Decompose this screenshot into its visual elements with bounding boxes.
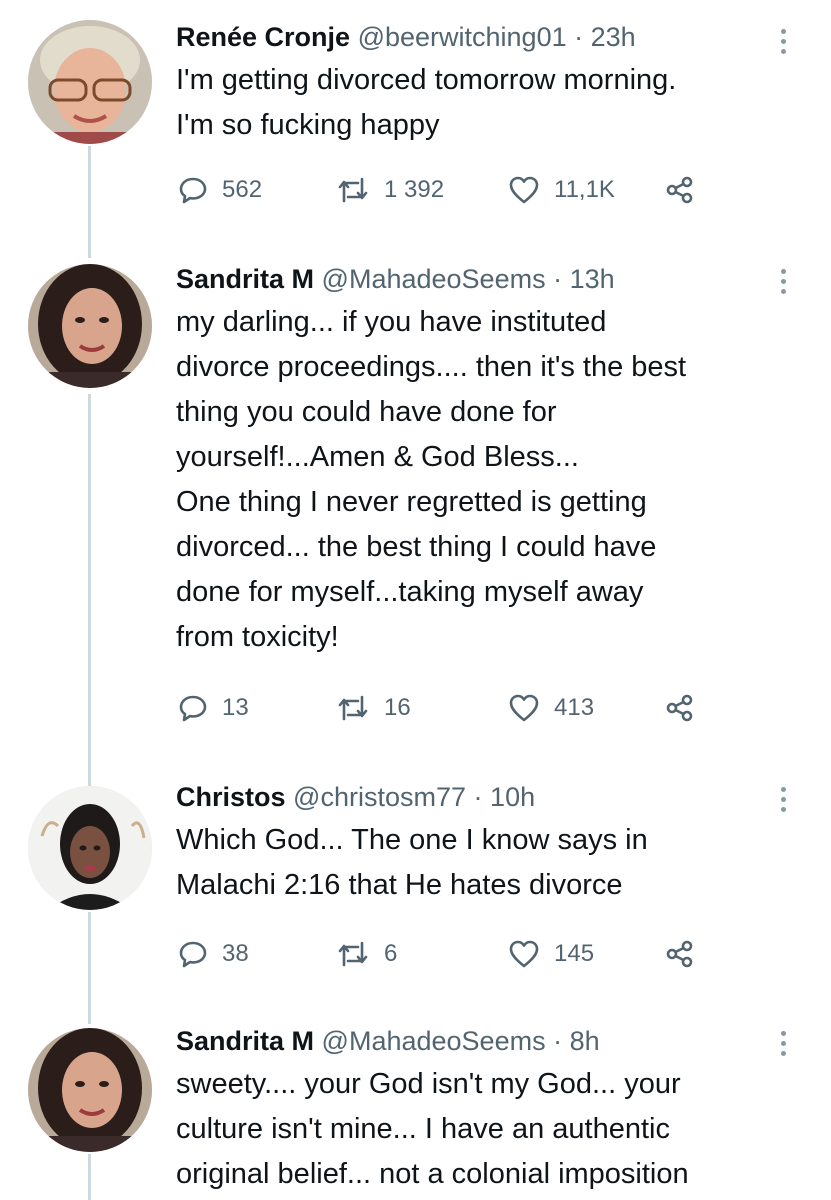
reply-count: 13 xyxy=(222,694,249,721)
like-count: 413 xyxy=(554,694,595,721)
reply-icon xyxy=(179,177,207,204)
share-button[interactable] xyxy=(664,172,708,208)
timestamp[interactable]: 8h xyxy=(570,1026,600,1056)
thread-line xyxy=(88,146,91,258)
author-name[interactable]: Renée Cronje xyxy=(176,22,350,52)
share-button[interactable] xyxy=(664,690,708,726)
like-button[interactable]: 145 xyxy=(508,936,594,972)
retweet-icon xyxy=(338,177,368,203)
tweet-text: Which God... The one I know says in Mala… xyxy=(176,824,648,901)
avatar[interactable] xyxy=(28,20,152,144)
reply-icon xyxy=(179,941,207,968)
more-icon[interactable] xyxy=(775,264,791,298)
reply-count: 562 xyxy=(222,176,263,203)
tweet-text: I'm getting divorced tomorrow morning. I… xyxy=(176,64,677,141)
like-count: 145 xyxy=(554,940,595,967)
timestamp[interactable]: 23h xyxy=(591,22,636,52)
retweet-icon xyxy=(338,695,368,721)
avatar[interactable] xyxy=(28,264,152,388)
reply-button[interactable]: 562 xyxy=(178,172,262,208)
author-handle[interactable]: @beerwitching01 xyxy=(358,22,567,52)
timestamp[interactable]: 10h xyxy=(490,782,535,812)
like-button[interactable]: 413 xyxy=(508,690,594,726)
retweet-button[interactable]: 6 xyxy=(336,936,397,972)
retweet-button[interactable]: 16 xyxy=(336,690,411,726)
separator-dot: · xyxy=(553,1026,563,1056)
tweet-text: sweety.... your God isn't my God... your… xyxy=(176,1068,689,1190)
tweet-header: Sandrita M @MahadeoSeems · 8h xyxy=(176,1024,791,1058)
retweet-count: 6 xyxy=(384,940,398,967)
share-icon xyxy=(666,176,693,204)
like-count: 11,1K xyxy=(554,176,615,203)
more-icon[interactable] xyxy=(775,24,791,58)
tweet-header: Christos @christosm77 · 10h xyxy=(176,780,791,814)
tweet-header: Sandrita M @MahadeoSeems · 13h xyxy=(176,262,791,296)
reply-count: 38 xyxy=(222,940,249,967)
tweet-text: my darling... if you have instituted div… xyxy=(176,306,687,653)
author-handle[interactable]: @MahadeoSeems xyxy=(322,1026,546,1056)
retweet-button[interactable]: 1 392 xyxy=(336,172,444,208)
retweet-count: 16 xyxy=(384,694,411,721)
separator-dot: · xyxy=(473,782,483,812)
share-icon xyxy=(666,694,693,722)
tweet-actions: 562 1 392 11,1K xyxy=(178,172,738,208)
author-name[interactable]: Sandrita M xyxy=(176,1026,314,1056)
share-button[interactable] xyxy=(664,936,708,972)
author-handle[interactable]: @MahadeoSeems xyxy=(322,264,546,294)
retweet-count: 1 392 xyxy=(384,176,445,203)
thread-line xyxy=(88,394,91,786)
retweet-icon xyxy=(338,941,368,967)
more-icon[interactable] xyxy=(775,782,791,816)
separator-dot: · xyxy=(574,22,584,52)
thread-line xyxy=(88,912,91,1024)
author-name[interactable]: Christos xyxy=(176,782,286,812)
author-name[interactable]: Sandrita M xyxy=(176,264,314,294)
tweet-actions: 38 6 145 xyxy=(178,936,738,972)
reply-icon xyxy=(179,695,207,722)
heart-icon xyxy=(509,176,539,204)
tweet-header: Renée Cronje @beerwitching01 · 23h xyxy=(176,20,791,54)
avatar[interactable] xyxy=(28,786,152,910)
heart-icon xyxy=(509,940,539,968)
separator-dot: · xyxy=(553,264,563,294)
tweet-actions: 13 16 413 xyxy=(178,690,738,726)
heart-icon xyxy=(509,694,539,722)
reply-button[interactable]: 38 xyxy=(178,936,249,972)
more-icon[interactable] xyxy=(775,1026,791,1060)
timestamp[interactable]: 13h xyxy=(570,264,615,294)
author-handle[interactable]: @christosm77 xyxy=(293,782,466,812)
like-button[interactable]: 11,1K xyxy=(508,172,615,208)
avatar[interactable] xyxy=(28,1028,152,1152)
reply-button[interactable]: 13 xyxy=(178,690,249,726)
share-icon xyxy=(666,940,693,968)
thread-line xyxy=(88,1154,91,1200)
